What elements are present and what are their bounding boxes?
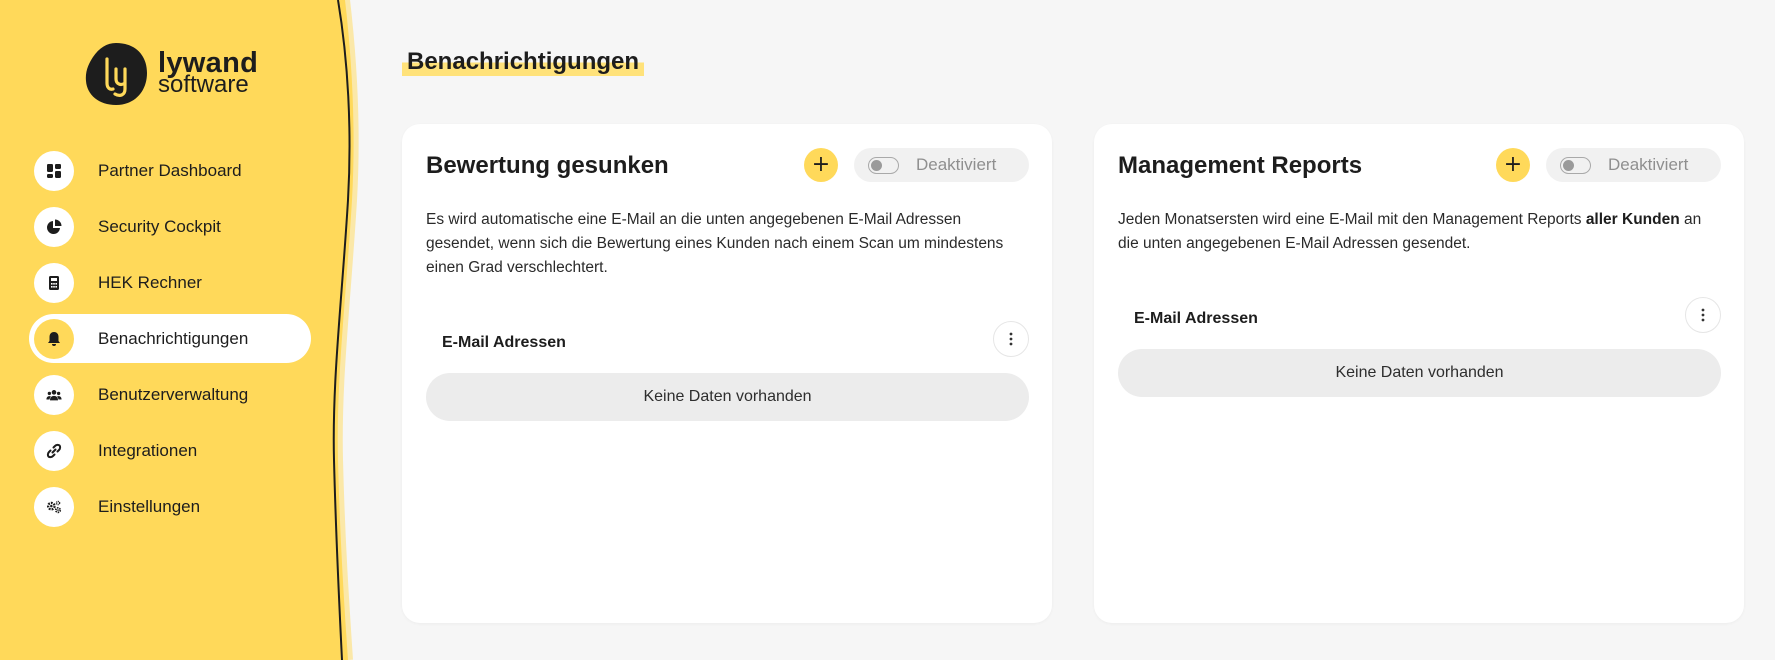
sidebar-item-label: Benachrichtigungen xyxy=(98,328,249,348)
toggle-switch[interactable] xyxy=(1560,156,1591,174)
empty-state: Keine Daten vorhanden xyxy=(1118,349,1721,397)
card-title: Management Reports xyxy=(1118,152,1363,179)
brand-wordmark: lywand software xyxy=(158,49,258,98)
sidebar-nav: Partner Dashboard Security Cockpit HEK R… xyxy=(29,146,311,538)
card-description: Es wird automatische eine E-Mail an die … xyxy=(426,211,1004,276)
brand-logo[interactable]: lywand software xyxy=(83,41,258,107)
sidebar-item-label: Einstellungen xyxy=(98,496,201,516)
more-options-button[interactable] xyxy=(1685,297,1721,333)
brand-name-line2: software xyxy=(158,71,249,98)
sidebar-item-label: HEK Rechner xyxy=(98,272,202,292)
sidebar-item-integrationen[interactable]: Integrationen xyxy=(29,426,311,475)
bell-icon xyxy=(34,318,74,359)
toggle-switch[interactable] xyxy=(868,156,899,174)
sidebar-item-label: Partner Dashboard xyxy=(98,160,242,180)
sidebar-item-label: Benutzerverwaltung xyxy=(98,384,249,404)
notification-card-bewertung: Bewertung gesunken + Deaktiviert Es wird… xyxy=(402,124,1052,623)
more-options-button[interactable] xyxy=(993,321,1029,357)
toggle-label: Deaktiviert xyxy=(916,155,997,174)
add-email-button[interactable]: + xyxy=(804,148,838,182)
sidebar-item-partner-dashboard[interactable]: Partner Dashboard xyxy=(29,146,311,195)
activation-toggle[interactable]: Deaktiviert xyxy=(1546,148,1721,182)
gears-icon xyxy=(34,486,74,527)
sidebar-item-hek-rechner[interactable]: HEK Rechner xyxy=(29,258,311,307)
toggle-knob xyxy=(871,159,882,171)
empty-state: Keine Daten vorhanden xyxy=(426,373,1029,421)
email-section-label: E-Mail Adressen xyxy=(1134,310,1258,327)
sidebar-item-benutzerverwaltung[interactable]: Benutzerverwaltung xyxy=(29,370,311,419)
sidebar-item-benachrichtigungen[interactable]: Benachrichtigungen xyxy=(29,314,311,363)
sidebar-item-security-cockpit[interactable]: Security Cockpit xyxy=(29,202,311,251)
link-icon xyxy=(34,430,74,471)
sidebar-item-label: Security Cockpit xyxy=(98,216,221,236)
dashboard-icon xyxy=(34,150,74,191)
page-title: Benachrichtigungen xyxy=(402,46,645,76)
email-section-label: E-Mail Adressen xyxy=(442,334,566,351)
description-emphasis: aller Kunden xyxy=(1585,211,1680,228)
kebab-menu-icon xyxy=(1009,332,1013,346)
description-text: Jeden Monatsersten wird eine E-Mail mit … xyxy=(1118,211,1586,228)
kebab-menu-icon xyxy=(1701,308,1705,322)
add-email-button[interactable]: + xyxy=(1496,148,1530,182)
lywand-logo-icon xyxy=(85,43,147,105)
notification-card-management-reports: Management Reports + Deaktiviert Jeden M… xyxy=(1094,124,1744,623)
sidebar-item-einstellungen[interactable]: Einstellungen xyxy=(29,482,311,531)
toggle-knob xyxy=(1563,159,1574,171)
pie-chart-icon xyxy=(34,206,74,247)
users-icon xyxy=(34,374,74,415)
activation-toggle[interactable]: Deaktiviert xyxy=(854,148,1029,182)
sidebar: lywand software Partner Dashboard Securi… xyxy=(0,0,345,660)
card-description: Jeden Monatsersten wird eine E-Mail mit … xyxy=(1118,208,1718,256)
calculator-icon xyxy=(34,262,74,303)
card-title: Bewertung gesunken xyxy=(426,152,669,179)
toggle-label: Deaktiviert xyxy=(1608,155,1689,174)
sidebar-item-label: Integrationen xyxy=(98,440,198,460)
